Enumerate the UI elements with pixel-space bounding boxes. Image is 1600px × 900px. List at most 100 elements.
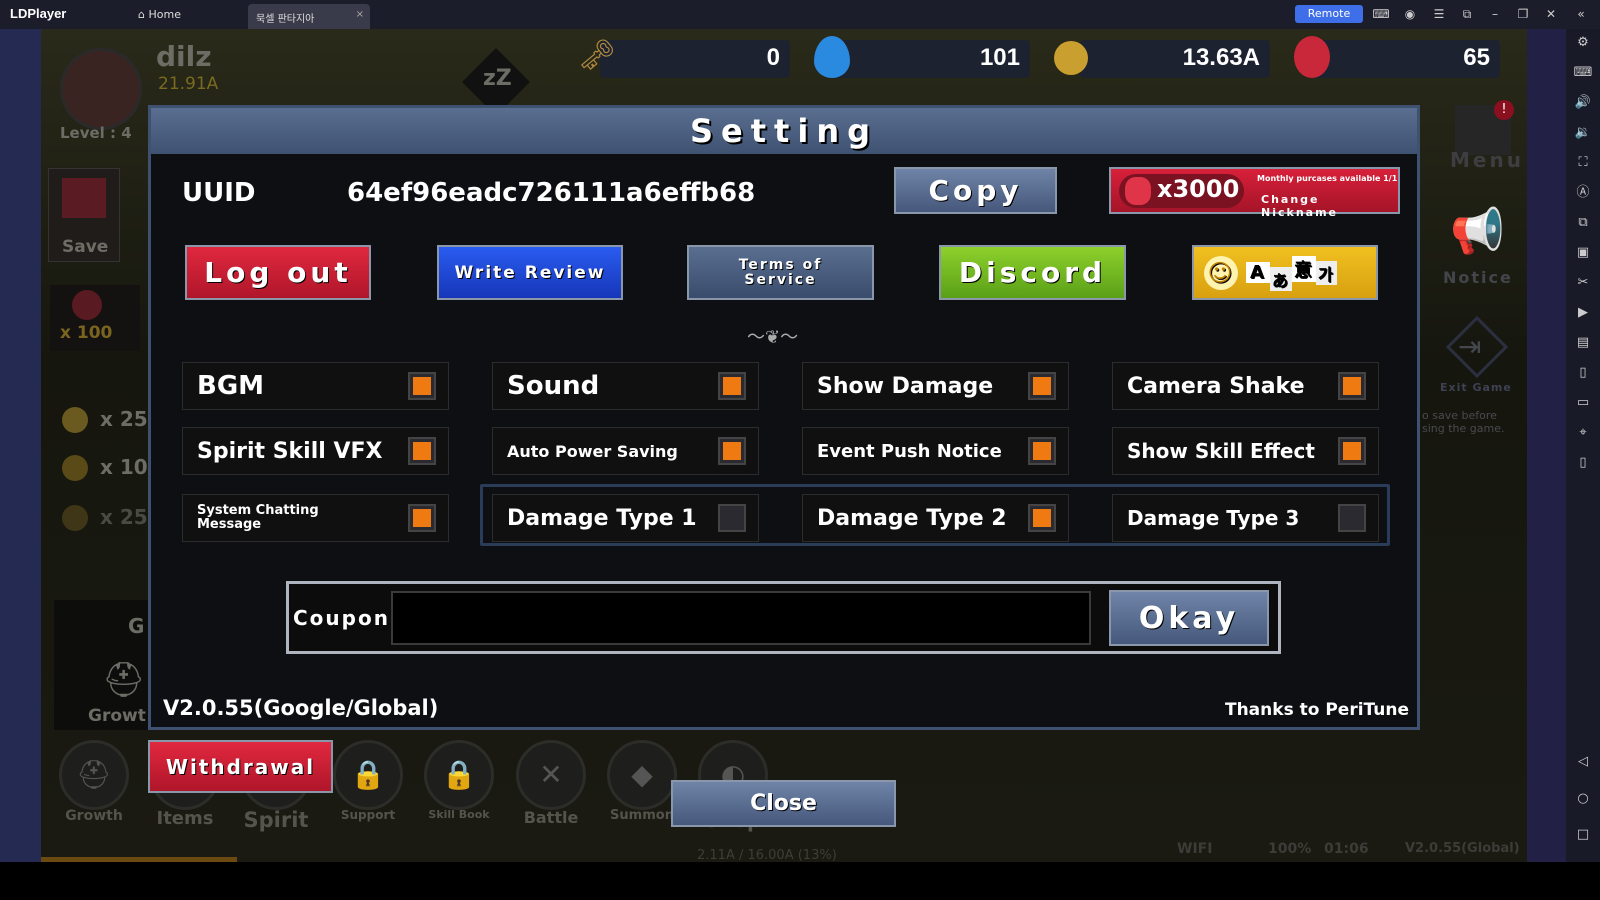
uuid-label: UUID	[182, 178, 256, 208]
checkbox[interactable]	[408, 504, 436, 532]
dialog-title: Setting	[151, 108, 1417, 154]
checkbox[interactable]	[1028, 372, 1056, 400]
ldplayer-logo: LDPlayer	[10, 6, 67, 21]
discord-button[interactable]: Discord	[939, 245, 1126, 300]
red-gem-icon	[1125, 177, 1151, 205]
checkbox[interactable]	[1338, 437, 1366, 465]
nav-items-label: Items	[156, 808, 214, 829]
option-label: Show Damage	[817, 373, 994, 399]
logout-button[interactable]: Log out	[185, 245, 371, 300]
close-tab-icon[interactable]: ×	[356, 9, 364, 20]
nav-battle-icon[interactable]: ✕	[516, 740, 586, 810]
lang-a-glyph: A	[1246, 262, 1270, 283]
save-label: Save	[62, 237, 109, 257]
coupon-input[interactable]	[391, 591, 1091, 645]
account-icon[interactable]: ◉	[1401, 5, 1419, 23]
apk-icon[interactable]: ▣	[1572, 242, 1594, 264]
uuid-value: 64ef96eadc726111a6effb68	[347, 178, 756, 208]
option-show-damage[interactable]: Show Damage	[802, 362, 1069, 410]
back-icon[interactable]: ◁	[1572, 751, 1594, 773]
coupon-label: Coupon	[293, 606, 390, 630]
fullscreen-icon[interactable]: ⛶	[1572, 152, 1594, 174]
volume-down-icon[interactable]: 🔉	[1572, 122, 1594, 144]
nav-skillbook-icon[interactable]: 🔒	[424, 740, 494, 810]
copy-button[interactable]: Copy	[894, 167, 1057, 214]
option-label: Show Skill Effect	[1127, 439, 1315, 463]
rotate-icon[interactable]: ▯	[1572, 452, 1594, 474]
language-button[interactable]: ☺ A あ 意 가	[1192, 245, 1378, 300]
nav-support-icon[interactable]: 🔒	[333, 740, 403, 810]
nav-battle-label: Battle	[523, 808, 579, 827]
checkbox[interactable]	[718, 437, 746, 465]
nav-support-label: Support	[340, 808, 396, 822]
tab-home[interactable]: ⌂ Home	[138, 8, 181, 21]
right-margin	[1527, 29, 1566, 862]
sleep-icon: zZ	[483, 66, 512, 91]
option-damage-type-3[interactable]: Damage Type 3	[1112, 494, 1379, 542]
gold-counter: 13.63A	[1080, 40, 1270, 78]
minimize-icon[interactable]: –	[1486, 5, 1504, 23]
close-icon[interactable]: ✕	[1542, 5, 1560, 23]
checkbox[interactable]	[1338, 504, 1366, 532]
folder-icon[interactable]: ▭	[1572, 392, 1594, 414]
remote-button[interactable]: Remote	[1295, 5, 1363, 23]
option-camera-shake[interactable]: Camera Shake	[1112, 362, 1379, 410]
option-event-push-notice[interactable]: Event Push Notice	[802, 427, 1069, 475]
option-sound[interactable]: Sound	[492, 362, 759, 410]
option-damage-type-2[interactable]: Damage Type 2	[802, 494, 1069, 542]
collapse-sidebar-icon[interactable]: «	[1572, 5, 1590, 23]
growth-panel-title: G	[128, 614, 145, 638]
shake-icon[interactable]: ▯	[1572, 362, 1594, 384]
maximize-icon[interactable]: ❐	[1514, 5, 1532, 23]
menu-icon[interactable]: ☰	[1430, 5, 1448, 23]
avatar[interactable]	[60, 48, 142, 130]
multi-instance-icon[interactable]: ⧉	[1572, 212, 1594, 234]
write-review-button[interactable]: Write Review	[437, 245, 623, 300]
withdrawal-button[interactable]: Withdrawal	[148, 740, 333, 793]
settings-icon[interactable]: ⚙	[1572, 32, 1594, 54]
checkbox[interactable]	[408, 437, 436, 465]
checkbox[interactable]	[718, 372, 746, 400]
option-show-skill-effect[interactable]: Show Skill Effect	[1112, 427, 1379, 475]
water-counter: 101	[830, 40, 1030, 78]
checkbox[interactable]	[718, 504, 746, 532]
auto-rotate-icon[interactable]: Ⓐ	[1572, 182, 1594, 204]
coin-icon	[62, 407, 88, 433]
nav-spirit-label: Spirit	[243, 808, 309, 832]
volume-up-icon[interactable]: 🔊	[1572, 92, 1594, 114]
level-label: Level : 4	[60, 124, 132, 142]
gamepad-icon[interactable]: ⌨	[1372, 5, 1390, 23]
checkbox[interactable]	[1028, 437, 1056, 465]
checkbox[interactable]	[1338, 372, 1366, 400]
option-system-chatting-message[interactable]: System Chatting Message	[182, 494, 449, 542]
terms-of-service-button[interactable]: Terms of Service	[687, 245, 874, 300]
menu-label: Menu	[1450, 148, 1524, 172]
option-damage-type-1[interactable]: Damage Type 1	[492, 494, 759, 542]
location-icon[interactable]: ⌖	[1572, 422, 1594, 444]
resize-icon[interactable]: ⧉	[1458, 5, 1476, 23]
option-bgm[interactable]: BGM	[182, 362, 449, 410]
tab-game[interactable]: 묵셀 판타지아 ×	[248, 4, 370, 29]
lang-hiragana-glyph: あ	[1269, 266, 1292, 291]
nav-growth-icon[interactable]: ⛑	[59, 740, 129, 810]
operation-icon[interactable]: ▤	[1572, 332, 1594, 354]
checkbox[interactable]	[1028, 504, 1056, 532]
gem-icon	[72, 290, 102, 320]
record-icon[interactable]: ▶	[1572, 302, 1594, 324]
scissors-icon[interactable]: ✂	[1572, 272, 1594, 294]
close-button[interactable]: Close	[671, 780, 896, 827]
checkbox[interactable]	[408, 372, 436, 400]
option-label: Sound	[507, 371, 600, 401]
okay-button[interactable]: Okay	[1109, 590, 1269, 646]
save-icon	[62, 178, 106, 218]
megaphone-icon[interactable]: 📢	[1450, 205, 1505, 257]
option-auto-power-saving[interactable]: Auto Power Saving	[492, 427, 759, 475]
keyboard-icon[interactable]: ⌨	[1572, 62, 1594, 84]
change-nickname-button[interactable]: x3000 Monthly purcases available 1/1 Cha…	[1109, 167, 1400, 219]
home-nav-icon[interactable]: ○	[1572, 788, 1594, 810]
nav-summon-icon[interactable]: ◆	[607, 740, 677, 810]
app-version: V2.0.55(Google/Global)	[163, 696, 439, 720]
recents-icon[interactable]: □	[1572, 824, 1594, 846]
coupon-box: Coupon Okay	[286, 581, 1281, 654]
option-spirit-skill-vfx[interactable]: Spirit Skill VFX	[182, 427, 449, 475]
